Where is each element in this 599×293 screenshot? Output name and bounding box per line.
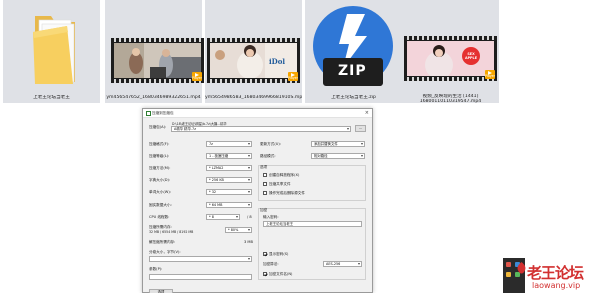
encryption-method-label: 加密算法: — [263, 262, 279, 266]
tray-app-icon[interactable] — [506, 272, 511, 277]
archive-name-combo[interactable]: A精华 精华.7z — [171, 126, 351, 132]
player-badge-icon: Player — [288, 72, 298, 81]
shared-files-label: 压缩共享文件 — [269, 182, 291, 186]
encryption-method-select[interactable]: AES-256 — [323, 261, 362, 267]
solid-size-select[interactable]: * 64 MB — [206, 202, 252, 208]
shared-files-checkbox[interactable] — [263, 182, 267, 186]
thumb-overlay-text: iDol — [269, 57, 286, 66]
sfx-checkbox[interactable] — [263, 173, 267, 177]
video-thumbnail: Player — [111, 38, 204, 83]
decompress-memory-label: 解压缩所需内存: — [149, 240, 176, 244]
encryption-group-label: 加密 — [260, 208, 268, 212]
path-mode-label: 路径模式: — [260, 154, 276, 158]
memory-usage-select[interactable]: * 80% — [225, 227, 252, 233]
file-tile-folder[interactable]: 上老王论坛当老王 — [3, 0, 100, 103]
file-name-line-2: 16800110110319547.mp4 — [419, 99, 482, 104]
method-label: 压缩方法(M): — [149, 166, 171, 170]
archive-label: 压缩包(A): — [149, 125, 167, 129]
watermark-title: 老王论坛 — [527, 264, 584, 282]
watermark-url: laowang.vip — [532, 281, 581, 290]
player-badge-icon: Player — [485, 70, 495, 79]
folder-icon — [33, 16, 75, 84]
level-select[interactable]: 1 - 极速压缩 — [206, 153, 252, 159]
dialog-title: 压缩到压缩包 — [152, 111, 174, 115]
file-tile-video-3[interactable]: SEX APPLE Player 视频_反映现的生活 [1441] 168001… — [402, 0, 499, 104]
file-name: 上老王论坛当老王 — [33, 95, 70, 100]
zip-label: ZIP — [338, 63, 367, 79]
browse-button[interactable]: ... — [355, 125, 366, 132]
file-name: ym456547652_1680346989322651.mp4 — [106, 95, 201, 100]
tray-app-icon[interactable] — [506, 262, 511, 267]
parameters-label: 参数(P): — [149, 267, 163, 271]
close-icon[interactable]: × — [365, 110, 369, 116]
sfx-label: 创建自释放程序(X) — [269, 173, 300, 177]
dictionary-label: 字典大小(D): — [149, 178, 171, 182]
word-size-select[interactable]: * 32 — [206, 189, 252, 195]
cpu-threads-select[interactable]: * 8 — [206, 214, 240, 220]
word-size-label: 单词大小(W): — [149, 190, 171, 194]
dialog-titlebar: 压缩到压缩包 × — [143, 109, 372, 118]
add-to-archive-dialog: 压缩到压缩包 × 压缩包(A): D:\18\老王论坛\明星\b.7z\大疆..… — [142, 108, 373, 293]
video-thumbnail: iDol Player — [207, 38, 300, 83]
file-tile-video-1[interactable]: Player ym456547652_1680346989322651.mp4 — [105, 0, 204, 103]
file-name: 上老王论坛当老王.zip — [331, 95, 376, 100]
player-badge-icon: Player — [192, 72, 202, 81]
split-size-label: 分卷大小，字节(V): — [149, 250, 181, 254]
dictionary-select[interactable]: * 256 KB — [206, 177, 252, 183]
path-mode-select[interactable]: 相对路径 — [311, 153, 365, 159]
options-button[interactable]: 选项 — [149, 289, 173, 293]
memory-usage: 32 MB / 6554 MB / 8192 MB — [149, 230, 194, 234]
solid-size-label: 固实数据大小: — [149, 203, 172, 207]
delete-after-label: 操作完成后删除源文件 — [269, 191, 305, 195]
file-tile-video-2[interactable]: iDol Player ym5654986583_168034699668191… — [205, 0, 302, 103]
watermark-logo-icon — [517, 262, 526, 274]
level-label: 压缩等级(L): — [149, 154, 170, 158]
app-icon — [146, 111, 151, 116]
show-password-label: 显示密码(S) — [269, 252, 289, 256]
show-password-checkbox[interactable] — [263, 252, 267, 256]
delete-after-checkbox[interactable] — [263, 191, 267, 195]
video-thumbnail: SEX APPLE Player — [404, 36, 497, 81]
password-input[interactable]: 上老王论坛当老王 — [263, 221, 362, 227]
format-label: 压缩格式(F): — [149, 142, 170, 146]
cpu-total: / 8 — [247, 215, 252, 219]
thumb-overlay-text: SEX APPLE — [464, 52, 478, 60]
parameters-input[interactable] — [149, 274, 252, 280]
update-mode-label: 更新方式(U): — [260, 142, 282, 146]
split-size-combo[interactable] — [149, 256, 252, 262]
password-label: 输入密码: — [263, 215, 279, 219]
format-select[interactable]: 7z — [206, 141, 252, 147]
cpu-threads-label: CPU 线程数: — [149, 215, 170, 219]
encrypt-filenames-label: 加密文件名(N) — [269, 272, 293, 276]
method-select[interactable]: * LZMA2 — [206, 165, 252, 171]
decompress-memory-value: 3 MB — [244, 240, 253, 244]
options-group-label: 选项 — [260, 165, 268, 169]
file-tile-zip[interactable]: ZIP 上老王论坛当老王.zip — [305, 0, 402, 103]
encrypt-filenames-checkbox[interactable] — [263, 272, 267, 276]
update-mode-select[interactable]: 添加并替换文件 — [311, 141, 365, 147]
file-name: ym5654986583_1680346996681910S.mp4 — [205, 95, 302, 100]
desktop: 上老王论坛当老王 Player ym456547652_168034698932… — [0, 0, 599, 293]
